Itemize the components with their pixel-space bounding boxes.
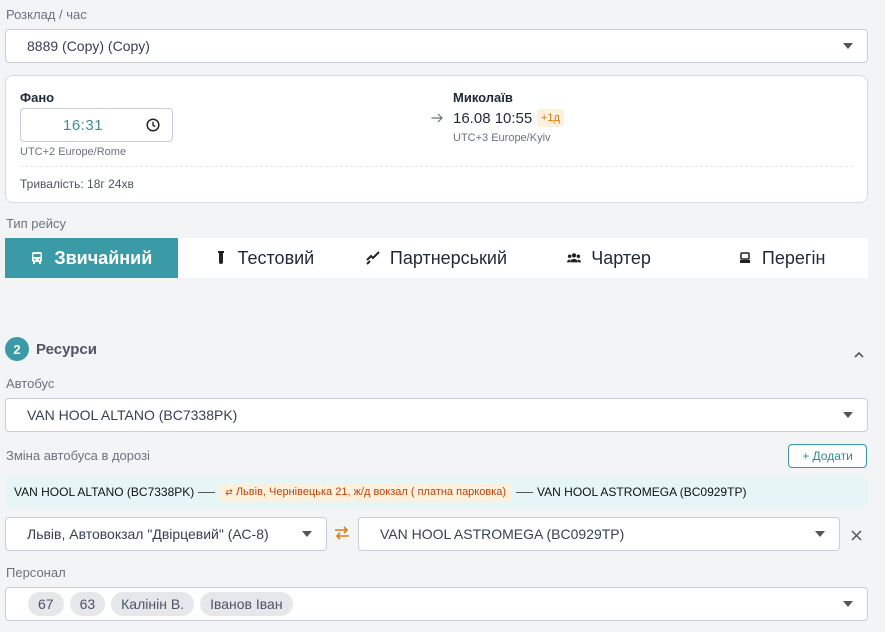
card-divider bbox=[20, 166, 853, 167]
tab-charter[interactable]: Чартер bbox=[523, 238, 696, 278]
from-city: Фано bbox=[20, 90, 55, 105]
trip-card: Фано 16:31 UTC+2 Europe/Rome Миколаїв 16… bbox=[5, 75, 868, 203]
trip-duration: Тривалість: 18г 24хв bbox=[20, 177, 134, 191]
bus-change-label: Зміна автобуса в дорозі bbox=[6, 448, 150, 463]
route-to-bus: VAN HOOL ASTROMEGA (BC0929TP) bbox=[537, 485, 747, 499]
bus-icon bbox=[30, 251, 44, 265]
test-tube-icon bbox=[214, 251, 228, 265]
tab-transfer-label: Перегін bbox=[761, 247, 826, 268]
handshake-icon bbox=[366, 251, 380, 265]
trip-type-label: Тип рейсу bbox=[6, 216, 67, 231]
resources-title: Ресурси bbox=[36, 341, 97, 358]
tab-transfer[interactable]: Перегін bbox=[695, 238, 868, 278]
swap-icon: ⇄ bbox=[225, 486, 233, 497]
staff-chip[interactable]: Калінін В. bbox=[111, 592, 195, 616]
add-bus-change-button[interactable]: + Додати bbox=[788, 444, 867, 468]
staff-chip[interactable]: 63 bbox=[69, 592, 106, 616]
to-city: Миколаїв bbox=[453, 90, 513, 105]
schedule-value: 8889 (Copy) (Copy) bbox=[27, 38, 150, 54]
schedule-label: Розклад / час bbox=[6, 7, 87, 22]
transfer-icon bbox=[738, 251, 752, 265]
departure-time-value: 16:31 bbox=[63, 116, 104, 134]
chevron-down-icon bbox=[843, 601, 853, 607]
arrow-right-icon bbox=[431, 110, 443, 128]
change-station-value: Львів, Автовокзал "Двірцевий" (АС-8) bbox=[27, 526, 269, 542]
change-bus-value: VAN HOOL ASTROMEGA (BC0929TP) bbox=[380, 526, 625, 542]
change-bus-select[interactable]: VAN HOOL ASTROMEGA (BC0929TP) bbox=[358, 517, 840, 551]
chevron-down-icon bbox=[302, 531, 312, 537]
staff-chip[interactable]: Іванов Іван bbox=[200, 592, 293, 616]
trip-type-tabs: Звичайний Тестовий Партнерський Чартер П… bbox=[5, 238, 868, 278]
departure-time-input[interactable]: 16:31 bbox=[20, 108, 173, 142]
chevron-down-icon bbox=[843, 412, 853, 418]
swap-icon bbox=[334, 526, 350, 545]
staff-select[interactable]: 67 63 Калінін В. Іванов Іван bbox=[5, 587, 868, 621]
chevron-down-icon bbox=[843, 43, 853, 49]
chevron-down-icon bbox=[815, 531, 825, 537]
bus-change-route: VAN HOOL ALTANO (BC7338PK) ⇄ Львів, Черн… bbox=[5, 477, 868, 507]
bus-select[interactable]: VAN HOOL ALTANO (BC7338PK) bbox=[5, 398, 868, 432]
staff-label: Персонал bbox=[6, 565, 66, 580]
route-connector bbox=[516, 491, 534, 493]
route-point-text: Львів, Чернівецька 21, ж/д вокзал ( плат… bbox=[235, 486, 507, 498]
chevron-up-icon[interactable] bbox=[854, 345, 864, 363]
staff-chip[interactable]: 67 bbox=[28, 592, 64, 616]
step-number-badge: 2 bbox=[5, 337, 29, 361]
schedule-select[interactable]: 8889 (Copy) (Copy) bbox=[5, 29, 868, 63]
from-timezone: UTC+2 Europe/Rome bbox=[20, 146, 127, 158]
route-connector bbox=[198, 491, 216, 493]
users-icon bbox=[567, 251, 582, 265]
route-point-badge: ⇄ Львів, Чернівецька 21, ж/д вокзал ( пл… bbox=[219, 483, 513, 501]
change-station-select[interactable]: Львів, Автовокзал "Двірцевий" (АС-8) bbox=[5, 517, 327, 551]
tab-partner-label: Партнерський bbox=[389, 247, 508, 268]
tab-regular[interactable]: Звичайний bbox=[5, 238, 178, 278]
tab-charter-label: Чартер bbox=[591, 247, 651, 268]
route-from-bus: VAN HOOL ALTANO (BC7338PK) bbox=[14, 485, 195, 499]
tab-test-label: Тестовий bbox=[237, 247, 315, 268]
tab-partner[interactable]: Партнерський bbox=[350, 238, 523, 278]
close-icon[interactable] bbox=[851, 528, 862, 546]
bus-value: VAN HOOL ALTANO (BC7338PK) bbox=[27, 407, 238, 423]
clock-icon[interactable] bbox=[146, 118, 160, 137]
bus-label: Автобус bbox=[6, 376, 55, 391]
tab-test[interactable]: Тестовий bbox=[178, 238, 351, 278]
day-offset-badge: +1д bbox=[537, 109, 564, 127]
tab-regular-label: Звичайний bbox=[54, 247, 153, 268]
arrival-datetime: 16.08 10:55 bbox=[453, 110, 533, 127]
to-timezone: UTC+3 Europe/Kyiv bbox=[453, 132, 551, 144]
